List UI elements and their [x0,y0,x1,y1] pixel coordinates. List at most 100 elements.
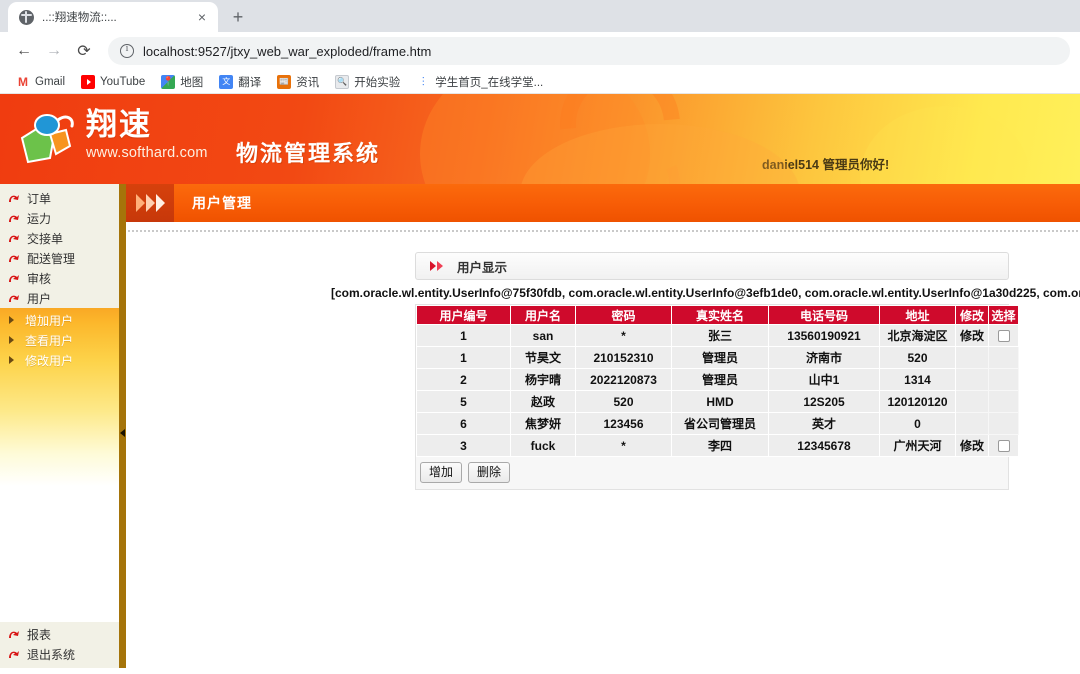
add-button[interactable]: 增加 [420,462,463,483]
triangle-right-icon [9,356,14,364]
sidebar-item-label: 交接单 [27,231,64,246]
table-row: 1 san * 张三 13560190921 北京海淀区 修改 [416,324,1019,347]
cell-password: 2022120873 [575,368,672,391]
sidebar-item-reports[interactable]: 报表 [0,624,119,644]
edit-link[interactable]: 修改 [955,434,989,457]
collapse-left-icon[interactable] [120,429,125,437]
sidebar-item-orders[interactable]: 订单 [0,188,119,208]
news-icon [277,74,292,89]
bookmark-label: 开始实验 [354,76,401,89]
cell-password: * [575,434,672,457]
cell-address: 1314 [879,368,956,391]
close-icon[interactable]: × [194,9,210,25]
new-tab-button[interactable]: + [224,3,252,31]
arrow-hook-icon [7,192,20,205]
table-row: 5 赵政 520 HMD 12S205 120120120 [416,390,1019,413]
sidebar-item-delivery[interactable]: 配送管理 [0,248,119,268]
table-row: 1 节昊文 210152310 管理员 济南市 520 [416,346,1019,369]
edit-link [955,390,989,413]
bookmark-student-home[interactable]: ⫶ 学生首页_在线学堂... [410,72,549,92]
site-banner: 翔速 www.softhard.com 物流管理系统 daniel514 管理员… [0,94,1080,184]
sidebar-item-audit[interactable]: 审核 [0,268,119,288]
edit-link[interactable]: 修改 [955,324,989,347]
table-row: 2 杨宇晴 2022120873 管理员 山中1 1314 [416,368,1019,391]
cell-id: 3 [416,434,511,457]
browser-tab[interactable]: ..::翔速物流::... × [8,2,218,32]
column-header-username: 用户名 [510,305,576,325]
sidebar-item-capacity[interactable]: 运力 [0,208,119,228]
cell-id: 2 [416,368,511,391]
edit-link [955,346,989,369]
cell-password: 210152310 [575,346,672,369]
translate-icon [219,74,234,89]
brand-block: 翔速 www.softhard.com [86,107,208,161]
cell-id: 5 [416,390,511,413]
bookmark-maps[interactable]: 地图 [155,72,209,92]
sidebar: 订单 运力 交接单 配送管理 审核 用户 增加用户 查看用户 修改用户 报表 退… [0,184,119,668]
arrow-hook-icon [7,272,20,285]
forward-button[interactable]: → [40,37,68,65]
sidebar-item-handover[interactable]: 交接单 [0,228,119,248]
triangle-right-icon [9,336,14,344]
sidebar-item-users[interactable]: 用户 [0,288,119,308]
sidebar-subitem-label: 查看用户 [25,333,74,348]
bookmark-label: YouTube [100,75,146,88]
company-logo-icon [20,114,74,164]
row-checkbox[interactable] [997,330,1010,343]
table-actions: 增加 删除 [416,457,1008,489]
page-title: 用户管理 [192,195,252,211]
cell-address: 520 [879,346,956,369]
edit-link [955,412,989,435]
maps-icon [161,74,176,89]
bookmark-gmail[interactable]: M Gmail [10,73,71,91]
bookmark-translate[interactable]: 翻译 [213,72,267,92]
content-title-bar: 用户管理 [126,184,1080,222]
bookmark-news[interactable]: 资讯 [271,72,325,92]
cell-select [988,368,1019,391]
gmail-icon: M [18,74,28,89]
tab-title: ..::翔速物流::... [42,12,117,24]
sidebar-subitem-add-user[interactable]: 增加用户 [0,310,119,330]
row-checkbox[interactable] [997,440,1010,453]
bookmark-label: 地图 [180,76,204,89]
page-body: 翔速 www.softhard.com 物流管理系统 daniel514 管理员… [0,94,1080,668]
arrow-hook-icon [7,292,20,305]
cell-phone: 山中1 [768,368,880,391]
cell-username: fuck [510,434,576,457]
user-table: 用户编号 用户名 密码 真实姓名 电话号码 地址 修改 选择 1 san * 张… [416,305,1019,457]
bookmark-youtube[interactable]: YouTube [75,73,151,91]
arrow-hook-icon [7,252,20,265]
arrow-hook-icon [7,628,20,641]
sidebar-submenu-users: 增加用户 查看用户 修改用户 [0,308,119,486]
reload-button[interactable]: ⟳ [70,37,98,65]
youtube-icon [81,74,96,89]
cell-phone: 12S205 [768,390,880,413]
column-header-select: 选择 [988,305,1019,325]
panel-title: 用户显示 [457,260,508,275]
sidebar-item-label: 用户 [27,291,52,306]
sidebar-item-logout[interactable]: 退出系统 [0,644,119,664]
delete-button[interactable]: 删除 [468,462,511,483]
bookmark-lab[interactable]: 开始实验 [329,72,406,92]
cell-realname: 管理员 [671,346,769,369]
sidebar-item-label: 订单 [27,191,52,206]
sidebar-subitem-view-user[interactable]: 查看用户 [0,330,119,350]
info-icon[interactable] [120,43,134,58]
cell-phone: 济南市 [768,346,880,369]
main-layout: 订单 运力 交接单 配送管理 审核 用户 增加用户 查看用户 修改用户 报表 退… [0,184,1080,668]
sidebar-subitem-edit-user[interactable]: 修改用户 [0,350,119,370]
cell-username: 杨宇晴 [510,368,576,391]
welcome-message: daniel514 管理员你好! [762,158,890,172]
cell-id: 6 [416,412,511,435]
cell-username: 赵政 [510,390,576,413]
cell-select [988,434,1019,457]
back-button[interactable]: ← [10,37,38,65]
brand-url: www.softhard.com [86,144,208,161]
cell-phone: 13560190921 [768,324,880,347]
chevron-right-icon [145,194,155,212]
cell-realname: 省公司管理员 [671,412,769,435]
cell-realname: 李四 [671,434,769,457]
arrow-hook-icon [7,648,20,661]
cell-id: 1 [416,324,511,347]
address-bar[interactable]: localhost:9527/jtxy_web_war_exploded/fra… [108,37,1070,65]
